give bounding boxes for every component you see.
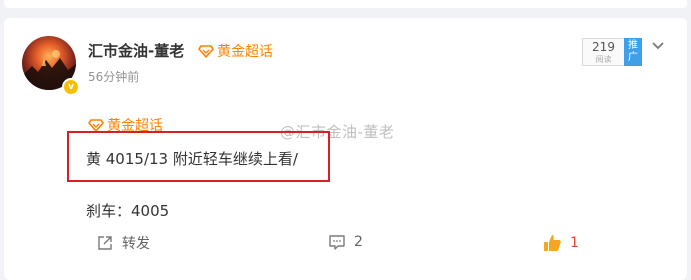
post-card: v 汇市金油-董老 黄金超话 56分钟前 219 阅读 推广 黄金超话 @汇市金…: [4, 18, 687, 280]
share-label: 转发: [122, 236, 150, 252]
post-main-text: 黄 4015/13 附近轻车继续上看/: [86, 150, 298, 168]
post-second-text: 刹车：4005: [86, 202, 170, 220]
read-count-badge: 219 阅读: [582, 38, 624, 66]
like-count: 1: [570, 235, 579, 251]
topic-tag-header[interactable]: 黄金超话: [198, 41, 273, 61]
comment-count: 2: [354, 234, 363, 250]
username[interactable]: 汇市金油-董老: [88, 40, 184, 61]
topic-tag-label: 黄金超话: [217, 44, 273, 60]
thumbs-up-icon: [544, 235, 561, 251]
diamond-icon: [198, 45, 214, 58]
read-label: 阅读: [595, 55, 612, 64]
previous-post-card: [4, 0, 687, 8]
share-button[interactable]: 转发: [96, 233, 150, 253]
promote-button[interactable]: 推广: [624, 38, 642, 66]
comment-icon: [329, 235, 345, 250]
post-timestamp[interactable]: 56分钟前: [88, 68, 139, 85]
verified-badge-icon: v: [62, 78, 80, 96]
read-count: 219: [592, 40, 615, 54]
share-icon: [98, 236, 112, 250]
like-button[interactable]: 1: [542, 233, 579, 253]
chevron-down-icon[interactable]: [650, 38, 666, 54]
comment-button[interactable]: 2: [328, 233, 363, 251]
